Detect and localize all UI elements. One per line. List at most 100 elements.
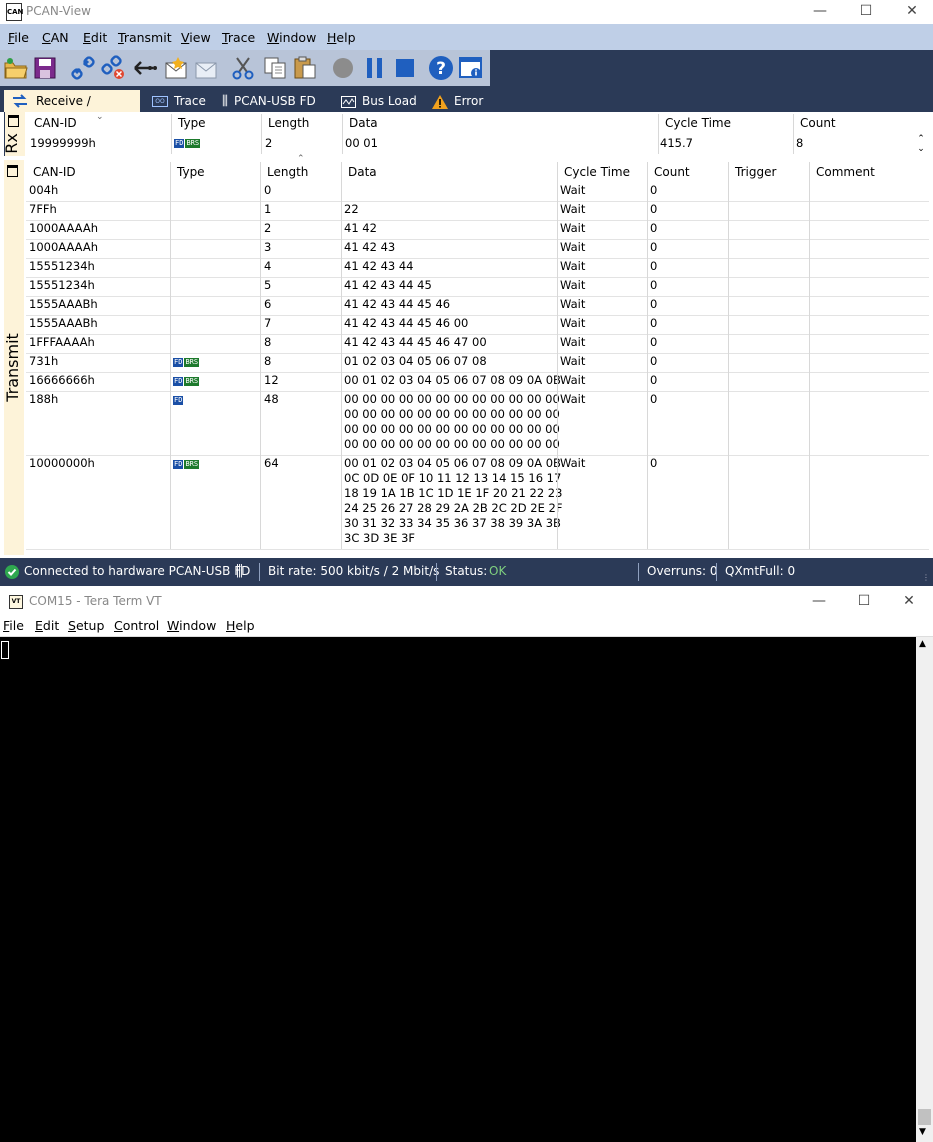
edit-message-icon[interactable]: [194, 55, 220, 81]
terminal-screen[interactable]: [0, 637, 916, 1142]
tx-length: 0: [264, 183, 272, 197]
tx-table-row[interactable]: 10000000h FD BRS 64 00 01 02 03 04 05 06 07 …: [26, 455, 929, 549]
tx-table-row[interactable]: 7FFh 1 22 Wait 0: [26, 201, 929, 220]
tx-table-row[interactable]: 1555AAABh 7 41 42 43 44 45 46 00 Wait 0: [26, 315, 929, 334]
tab-error-generator[interactable]: Error Generator: [432, 90, 544, 130]
rx-header-length[interactable]: Length: [268, 116, 309, 130]
tx-header-count[interactable]: Count: [654, 165, 690, 179]
rx-header-count[interactable]: Count: [800, 116, 836, 130]
terminal-scrollbar[interactable]: ▲ ▼: [916, 637, 933, 1142]
tx-header-can-id[interactable]: CAN-ID: [33, 165, 76, 179]
overruns: Overruns: 0: [647, 564, 718, 578]
tx-table-row[interactable]: 1FFFAAAAh 8 41 42 43 44 45 46 47 00 Wait 0: [26, 334, 929, 353]
tx-table-row[interactable]: 15551234h 4 41 42 43 44 Wait 0: [26, 258, 929, 277]
tx-header-trigger[interactable]: Trigger: [735, 165, 776, 179]
scroll-thumb[interactable]: [918, 1109, 931, 1125]
cut-icon[interactable]: [230, 55, 256, 81]
tx-table-row[interactable]: 731h FD BRS 8 01 02 03 04 05 06 07 08 Wait 0: [26, 353, 929, 372]
tx-table-row[interactable]: 1000AAAAh 2 41 42 Wait 0: [26, 220, 929, 239]
window-toggle-icon[interactable]: [8, 115, 19, 127]
teraterm-maximize-button[interactable]: ☐: [841, 590, 887, 614]
teraterm-menu-edit[interactable]: Edit: [35, 618, 59, 633]
tx-header-data[interactable]: Data: [348, 165, 377, 179]
tx-header-cycle-time[interactable]: Cycle Time: [564, 165, 630, 179]
paste-icon[interactable]: [292, 55, 318, 81]
pcan-menu-file[interactable]: File: [8, 30, 29, 45]
pcan-app-icon: CAN: [6, 3, 23, 21]
rx-header-can-id[interactable]: CAN-ID: [34, 116, 77, 130]
tab-receive-transmit[interactable]: Receive / Transmit: [4, 90, 140, 130]
tab-pcan-usb-fd[interactable]: ⫼ PCAN-USB FD: [222, 90, 330, 112]
tx-length: 6: [264, 297, 272, 311]
tx-cycle-time: Wait: [560, 297, 586, 311]
rx-table-row[interactable]: 19999999h FD BRS 2 00 01 415.7 8: [27, 134, 913, 152]
pcan-close-button[interactable]: ✕: [889, 0, 933, 24]
brs-badge: BRS: [185, 139, 201, 148]
bit-rate: Bit rate: 500 kbit/s / 2 Mbit/s: [268, 564, 440, 578]
window-toggle-icon[interactable]: [7, 165, 18, 177]
rx-header-cycle-time[interactable]: Cycle Time: [665, 116, 731, 130]
pcan-menu-transmit[interactable]: Transmit: [118, 30, 172, 45]
pcan-menu-view[interactable]: View: [181, 30, 211, 45]
pcan-menu-window[interactable]: Window: [267, 30, 316, 45]
rx-header-data[interactable]: Data: [349, 116, 378, 130]
stop-icon[interactable]: [392, 55, 418, 81]
rx-scrollbar[interactable]: ⌃ ⌄: [913, 134, 929, 156]
tx-header-type[interactable]: Type: [177, 165, 205, 179]
rx-count: 8: [796, 136, 804, 150]
help-icon[interactable]: ?: [428, 55, 454, 81]
pcan-menu-can[interactable]: CAN: [42, 30, 69, 45]
tx-table-row[interactable]: 15551234h 5 41 42 43 44 45 Wait 0: [26, 277, 929, 296]
tx-can-id: 731h: [29, 354, 59, 368]
teraterm-minimize-button[interactable]: —: [796, 590, 842, 614]
connect-icon[interactable]: [70, 55, 96, 81]
record-icon[interactable]: [330, 55, 356, 81]
tx-table-row[interactable]: 004h 0 Wait 0: [26, 182, 929, 201]
tx-table-row[interactable]: 16666666h FD BRS 12 00 01 02 03 04 05 06 07 …: [26, 372, 929, 391]
new-message-icon[interactable]: [164, 55, 190, 81]
rx-header-type[interactable]: Type: [178, 116, 206, 130]
scroll-down-icon[interactable]: ▼: [919, 1127, 926, 1137]
scroll-down-icon[interactable]: ⌄: [913, 144, 929, 154]
tx-header-length[interactable]: Length: [267, 165, 308, 179]
disconnect-icon[interactable]: [100, 55, 126, 81]
about-window-icon[interactable]: [458, 55, 484, 81]
tx-count: 0: [650, 354, 658, 368]
pcan-maximize-button[interactable]: ☐: [843, 0, 889, 24]
scroll-up-icon[interactable]: ⌃: [913, 134, 929, 144]
save-icon[interactable]: [32, 55, 58, 81]
scroll-up-icon[interactable]: ▲: [919, 639, 926, 649]
teraterm-menu-window[interactable]: Window: [167, 618, 216, 633]
resize-grip-icon[interactable]: ⋮⋮: [922, 573, 933, 582]
tx-length: 3: [264, 240, 272, 254]
pause-icon[interactable]: [362, 55, 388, 81]
copy-icon[interactable]: [262, 55, 288, 81]
pcan-menu-trace[interactable]: Trace: [222, 30, 255, 45]
pcan-menu-help[interactable]: Help: [327, 30, 356, 45]
sort-down-icon: ⌄: [96, 112, 104, 122]
qxmtfull: QXmtFull: 0: [725, 564, 796, 578]
pcan-minimize-button[interactable]: —: [797, 0, 843, 24]
teraterm-menu-file[interactable]: File: [3, 618, 24, 633]
tx-table-row[interactable]: 188h FD 48 00 00 00 00 00 00 00 00 00 00 00…: [26, 391, 929, 455]
teraterm-menu-help[interactable]: Help: [226, 618, 255, 633]
column-divider: [809, 162, 810, 549]
teraterm-menu-control[interactable]: Control: [114, 618, 159, 633]
tx-cycle-time: Wait: [560, 316, 586, 330]
tx-data-line: 41 42 43 44 45 46: [344, 297, 451, 311]
tx-length: 8: [264, 354, 272, 368]
tx-table-row[interactable]: 1000AAAAh 3 41 42 43 Wait 0: [26, 239, 929, 258]
tx-data-line: 41 42 43 44 45: [344, 278, 432, 292]
tab-trace[interactable]: OO Trace: [152, 90, 212, 112]
reset-arrow-icon[interactable]: [132, 55, 158, 81]
open-folder-icon[interactable]: [3, 55, 29, 81]
tx-header-comment[interactable]: Comment: [816, 165, 875, 179]
tx-length: 12: [264, 373, 279, 387]
teraterm-menu-setup[interactable]: Setup: [68, 618, 104, 633]
tx-table-row[interactable]: 1555AAABh 6 41 42 43 44 45 46 Wait 0: [26, 296, 929, 315]
pcan-menu-edit[interactable]: Edit: [83, 30, 107, 45]
tx-cycle-time: Wait: [560, 240, 586, 254]
tab-bus-load[interactable]: Bus Load: [341, 90, 421, 112]
teraterm-close-button[interactable]: ✕: [886, 590, 932, 614]
tx-data-line: 22: [344, 202, 359, 216]
